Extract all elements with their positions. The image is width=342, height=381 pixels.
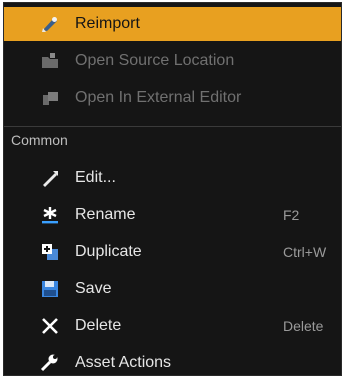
shortcut-delete: Delete [283, 318, 324, 334]
edit-icon [40, 168, 60, 188]
shortcut-duplicate: Ctrl+W [283, 244, 327, 260]
menu-item-label: Save [75, 280, 112, 297]
menu-item-label: Open Source Location [75, 52, 235, 69]
menu-item-label: Reimport [75, 15, 140, 32]
menu-item-save[interactable]: Save [4, 272, 341, 306]
folder-icon [40, 51, 60, 71]
wrench-icon [40, 353, 60, 373]
menu-item-asset-actions[interactable]: Asset Actions [4, 346, 341, 375]
menu-separator [4, 126, 341, 127]
reimport-icon [40, 14, 60, 34]
menu-item-reimport[interactable]: Reimport [4, 7, 341, 41]
external-editor-icon [40, 88, 60, 108]
context-menu: Reimport Open Source Location Open In Ex… [3, 2, 342, 376]
menu-item-delete[interactable]: Delete Delete [4, 309, 341, 343]
menu-item-label: Asset Actions [75, 354, 172, 371]
shortcut-rename: F2 [283, 207, 300, 223]
menu-item-label: Delete [75, 317, 122, 334]
delete-icon [40, 316, 60, 336]
section-header-common: Common [11, 132, 68, 148]
menu-item-label: Edit... [75, 169, 116, 186]
duplicate-icon [40, 242, 60, 262]
menu-item-label: Rename [75, 206, 136, 223]
menu-item-open-source-location[interactable]: Open Source Location [4, 44, 341, 78]
menu-item-label: Duplicate [75, 243, 142, 260]
menu-item-edit[interactable]: Edit... [4, 161, 341, 195]
menu-item-label: Open In External Editor [75, 89, 242, 106]
rename-icon [40, 205, 60, 225]
save-icon [40, 279, 60, 299]
menu-item-rename[interactable]: Rename F2 [4, 198, 341, 232]
menu-item-open-in-external-editor[interactable]: Open In External Editor [4, 81, 341, 115]
menu-item-duplicate[interactable]: Duplicate Ctrl+W [4, 235, 341, 269]
